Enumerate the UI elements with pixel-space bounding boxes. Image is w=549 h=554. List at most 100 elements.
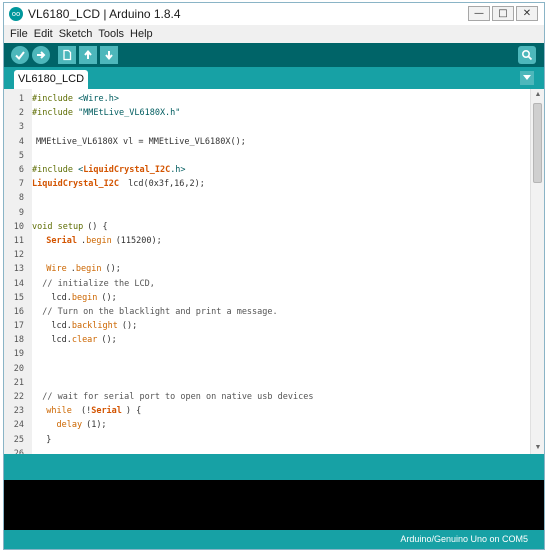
code-token: void bbox=[32, 221, 58, 232]
vertical-scrollbar[interactable]: ▲ ▼ bbox=[530, 89, 544, 454]
code-line: 17 lcd.backlight (); bbox=[4, 319, 524, 333]
line-number: 13 bbox=[13, 264, 24, 275]
code-token: . bbox=[80, 235, 87, 246]
code-token: lcd(0x3f,16,2); bbox=[123, 179, 205, 190]
tab-bar: VL6180_LCD bbox=[4, 67, 544, 89]
line-number: 4 bbox=[18, 136, 24, 147]
arduino-logo-icon: oo bbox=[9, 7, 23, 21]
menu-edit[interactable]: Edit bbox=[34, 28, 53, 40]
line-number: 21 bbox=[13, 377, 24, 388]
status-footer: Arduino/Genuino Uno on COM5 bbox=[4, 530, 544, 549]
code-line: 26 bbox=[4, 447, 524, 454]
new-sketch-button[interactable] bbox=[58, 46, 76, 64]
line-text: #include "MMEtLive_VL6180X.h" bbox=[28, 108, 180, 118]
line-text: MMEtLive_VL6180X vl = MMEtLive_VL6180X()… bbox=[28, 137, 246, 147]
code-token: () { bbox=[87, 221, 108, 232]
code-lines[interactable]: 1 #include <Wire.h> 2 #include "MMEtLive_VL… bbox=[4, 92, 524, 454]
code-token: lcd. bbox=[36, 335, 72, 346]
tab-menu-button[interactable] bbox=[520, 71, 534, 85]
triangle-down-icon bbox=[523, 75, 531, 80]
line-text: #include <Wire.h> bbox=[28, 94, 119, 104]
menu-sketch[interactable]: Sketch bbox=[59, 28, 93, 40]
line-number: 9 bbox=[18, 207, 24, 218]
code-token: while bbox=[46, 406, 72, 417]
menu-file[interactable]: File bbox=[10, 28, 28, 40]
code-line: 10 void setup() { bbox=[4, 220, 524, 234]
code-line: 12 bbox=[4, 248, 524, 262]
scroll-up-icon[interactable]: ▲ bbox=[531, 89, 544, 101]
code-line: 22 // wait for serial port to open on na… bbox=[4, 390, 524, 404]
code-token: // Turn on the blacklight and print a me… bbox=[32, 306, 278, 317]
code-token: // wait for serial port to open on nativ… bbox=[32, 392, 314, 403]
code-token: LiquidCrystal_I2C bbox=[32, 179, 119, 190]
code-editor[interactable]: 1 #include <Wire.h> 2 #include "MMEtLive_VL… bbox=[4, 89, 544, 454]
scrollbar-thumb[interactable] bbox=[533, 103, 542, 183]
open-button[interactable] bbox=[79, 46, 97, 64]
line-number: 12 bbox=[13, 250, 24, 261]
code-token: begin bbox=[86, 235, 112, 246]
code-line: 14 // initialize the LCD, bbox=[4, 276, 524, 290]
line-number: 1 bbox=[18, 94, 24, 105]
scroll-down-icon[interactable]: ▼ bbox=[531, 442, 544, 454]
line-text: Serial .begin (115200); bbox=[28, 236, 162, 246]
line-number: 16 bbox=[13, 306, 24, 317]
code-token: (); bbox=[101, 335, 117, 346]
code-token: Serial bbox=[91, 406, 122, 417]
line-number: 15 bbox=[13, 292, 24, 303]
title-bar: oo VL6180_LCD | Arduino 1.8.4 — □ ✕ bbox=[4, 3, 544, 25]
minimize-button[interactable]: — bbox=[468, 6, 490, 21]
line-text: lcd.begin (); bbox=[28, 292, 117, 303]
line-number: 19 bbox=[13, 349, 24, 360]
window-controls: — □ ✕ bbox=[468, 6, 538, 21]
code-token: (); bbox=[101, 292, 117, 303]
close-button[interactable]: ✕ bbox=[516, 6, 538, 21]
code-token: begin bbox=[71, 292, 98, 303]
line-text: // initialize the LCD, bbox=[28, 279, 155, 289]
code-token: #include bbox=[32, 108, 79, 119]
serial-monitor-button[interactable] bbox=[518, 46, 536, 64]
code-token: #include bbox=[32, 165, 79, 176]
line-number: 14 bbox=[13, 278, 24, 289]
menu-tools[interactable]: Tools bbox=[98, 28, 124, 40]
line-number: 7 bbox=[18, 179, 24, 190]
console-output[interactable] bbox=[4, 480, 544, 530]
code-line: 1 #include <Wire.h> bbox=[4, 92, 524, 106]
code-line: 3 bbox=[4, 120, 524, 134]
menu-bar: File Edit Sketch Tools Help bbox=[4, 25, 544, 43]
code-token: (115200); bbox=[115, 235, 162, 246]
line-text: LiquidCrystal_I2C lcd(0x3f,16,2); bbox=[28, 179, 205, 189]
code-line: 13 Wire .begin (); bbox=[4, 262, 524, 276]
line-text: void setup() { bbox=[28, 222, 108, 232]
save-button[interactable] bbox=[100, 46, 118, 64]
check-icon bbox=[15, 51, 25, 61]
line-number: 10 bbox=[13, 221, 24, 232]
code-line: 4 MMEtLive_VL6180X vl = MMEtLive_VL6180X(… bbox=[4, 135, 524, 149]
window-title: VL6180_LCD | Arduino 1.8.4 bbox=[28, 7, 181, 21]
tab-vl6180-lcd[interactable]: VL6180_LCD bbox=[14, 70, 88, 89]
code-line: 24 delay (1); bbox=[4, 418, 524, 432]
upload-button[interactable] bbox=[32, 46, 50, 64]
code-line: 15 lcd.begin (); bbox=[4, 291, 524, 305]
code-line: 11 Serial .begin (115200); bbox=[4, 234, 524, 248]
code-token: setup bbox=[57, 221, 84, 232]
line-number: 2 bbox=[18, 108, 24, 119]
line-number: 6 bbox=[18, 165, 24, 176]
menu-help[interactable]: Help bbox=[130, 28, 153, 40]
line-text: lcd.backlight (); bbox=[28, 321, 137, 331]
line-number: 20 bbox=[13, 363, 24, 374]
line-text: while (!Serial) { bbox=[28, 406, 141, 416]
code-line: 18 lcd.clear (); bbox=[4, 333, 524, 347]
code-token: delay bbox=[56, 420, 83, 431]
restore-button[interactable]: □ bbox=[492, 6, 514, 21]
arrow-down-icon bbox=[105, 51, 113, 61]
verify-button[interactable] bbox=[11, 46, 29, 64]
line-number: 25 bbox=[13, 434, 24, 445]
code-line: 19 bbox=[4, 347, 524, 361]
line-text: // Turn on the blacklight and print a me… bbox=[28, 306, 278, 317]
line-number: 5 bbox=[18, 150, 24, 161]
line-text: Wire .begin (); bbox=[28, 264, 121, 274]
line-number: 23 bbox=[13, 406, 24, 417]
code-token: .h> bbox=[170, 165, 186, 176]
